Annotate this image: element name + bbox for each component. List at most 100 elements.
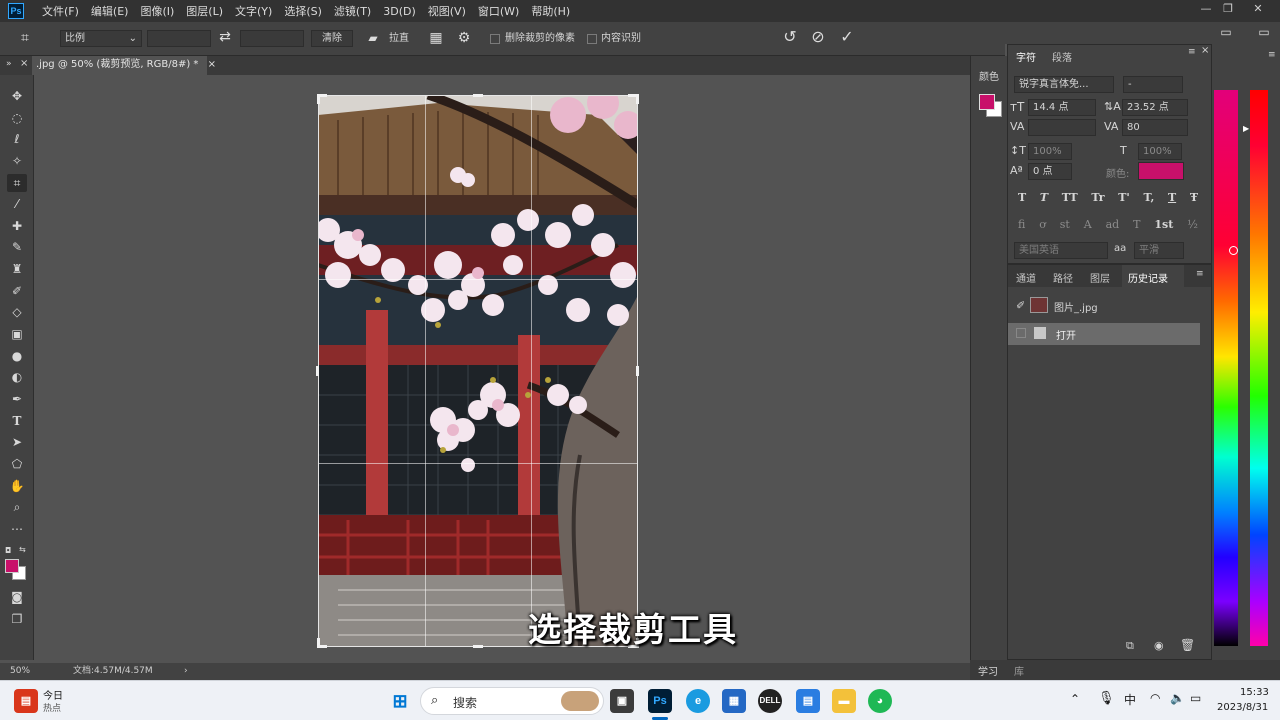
screen-mode-icon[interactable]: ❐ (7, 610, 27, 628)
news-widget-subtitle[interactable]: 热点 (43, 701, 61, 714)
delete-cropped-checkbox[interactable] (490, 34, 500, 44)
wifi-icon[interactable]: ◠ (1150, 691, 1160, 705)
document-tab[interactable]: .jpg @ 50% (裁剪预览, RGB/8#) * × (32, 56, 216, 75)
ratio-select[interactable]: 比例 ⌄ (60, 30, 142, 47)
hue-slider-marker-icon[interactable]: ▶ (1243, 124, 1249, 133)
zoom-level[interactable]: 50% (10, 663, 30, 680)
quick-mask-icon[interactable]: ◙ (7, 588, 27, 606)
workspace-icon[interactable]: ▭ (1217, 24, 1235, 42)
move-tool-icon[interactable]: ✥ (7, 87, 27, 105)
hue-slider[interactable] (1250, 90, 1268, 646)
document-image[interactable] (318, 95, 638, 647)
clear-button[interactable]: 清除 (311, 30, 353, 47)
default-colors-icon[interactable]: ◘ (5, 546, 11, 555)
font-size-input[interactable]: 14.4 点 (1028, 99, 1096, 116)
clock-time[interactable]: 15:33 (1240, 687, 1269, 698)
menu-type[interactable]: 文字(Y) (229, 3, 278, 19)
subscript-button[interactable]: T, (1143, 191, 1154, 204)
font-style-select[interactable]: - (1123, 76, 1183, 93)
color-picker-cursor[interactable] (1229, 246, 1238, 255)
type-tool-icon[interactable]: T (7, 412, 27, 430)
swap-colors-icon[interactable]: ⇆ (19, 545, 26, 554)
history-snapshot[interactable]: ✐ 图片_.jpg (1012, 295, 1200, 319)
photoshop-taskbar-icon[interactable]: Ps (648, 689, 672, 713)
ratio-width-input[interactable] (147, 30, 211, 47)
faux-italic-button[interactable]: T (1040, 191, 1048, 204)
color-panel-label[interactable]: 颜色 (979, 68, 999, 83)
faux-bold-button[interactable]: T (1018, 191, 1026, 204)
taskbar-search-box[interactable]: ⌕ 搜索 (420, 687, 604, 715)
ligature-button[interactable]: fi (1018, 218, 1025, 231)
close-window-icon[interactable]: ✕ (1248, 2, 1268, 18)
camera-icon[interactable]: ◉ (1154, 639, 1164, 652)
crop-handle-top-left[interactable] (317, 94, 320, 104)
fractions-button[interactable]: ½ (1187, 218, 1198, 231)
edge-browser-icon[interactable]: e (686, 689, 710, 713)
stylistic-alternate-button[interactable]: st (1060, 218, 1070, 231)
history-brush-source-icon[interactable]: ✐ (1016, 299, 1025, 312)
store-icon[interactable]: ▦ (722, 689, 746, 713)
swash-button[interactable]: A (1084, 218, 1092, 231)
crop-handle-left[interactable] (316, 366, 319, 376)
eyedropper-tool-icon[interactable]: ⁄ (7, 195, 27, 213)
menu-view[interactable]: 视图(V) (422, 3, 472, 19)
tab-history[interactable]: 历史记录 (1128, 270, 1168, 285)
cancel-icon[interactable]: ⊘ (809, 29, 827, 47)
marquee-tool-icon[interactable]: ◌ (7, 109, 27, 127)
path-selection-tool-icon[interactable]: ➤ (7, 433, 27, 451)
menu-file[interactable]: 文件(F) (36, 3, 85, 19)
crop-handle-top[interactable] (473, 94, 483, 97)
menu-window[interactable]: 窗口(W) (472, 3, 525, 19)
office-news-icon[interactable]: ▤ (14, 689, 38, 713)
more-tools-icon[interactable]: ⋯ (7, 520, 27, 538)
lasso-tool-icon[interactable]: ℓ (7, 130, 27, 148)
tab-paths[interactable]: 路径 (1053, 270, 1073, 285)
panel-menu-icon[interactable]: ≡ (1268, 50, 1276, 60)
grid-overlay-icon[interactable]: ▦ (427, 30, 445, 48)
pen-tool-icon[interactable]: ✒ (7, 390, 27, 408)
panel-menu-icon[interactable]: ≡ (1188, 47, 1196, 57)
horizontal-scale-input[interactable]: 100% (1138, 143, 1182, 160)
status-menu-arrow-icon[interactable]: › (184, 663, 188, 680)
ornaments-button[interactable]: T (1133, 218, 1140, 231)
text-color-swatch[interactable] (1138, 162, 1184, 180)
document-tab-close-icon[interactable]: × (208, 59, 216, 70)
antialias-select[interactable]: 平滑 (1134, 242, 1184, 259)
blur-tool-icon[interactable]: ● (7, 347, 27, 365)
commit-check-icon[interactable]: ✓ (838, 29, 856, 47)
hand-tool-icon[interactable]: ✋ (7, 477, 27, 495)
crop-handle-top-right[interactable] (636, 94, 639, 104)
discretionary-ligature-button[interactable]: ơ (1039, 218, 1046, 231)
crop-tool-preset-icon[interactable]: ⌗ (16, 30, 34, 48)
clock-date[interactable]: 2023/8/31 (1217, 702, 1268, 713)
tab-character[interactable]: 字符 (1016, 49, 1036, 64)
vertical-scale-input[interactable]: 100% (1028, 143, 1072, 160)
crop-handle-right[interactable] (636, 366, 639, 376)
menu-3d[interactable]: 3D(D) (377, 5, 422, 18)
stamp-tool-icon[interactable]: ♜ (7, 260, 27, 278)
volume-icon[interactable]: 🔈 (1170, 691, 1185, 705)
content-aware-checkbox[interactable] (587, 34, 597, 44)
panel-menu-icon[interactable]: ≡ (1196, 269, 1204, 279)
eraser-tool-icon[interactable]: ◇ (7, 303, 27, 321)
task-view-icon[interactable]: ▣ (610, 689, 634, 713)
small-caps-button[interactable]: Tr (1091, 191, 1104, 204)
menu-image[interactable]: 图像(I) (134, 3, 180, 19)
kerning-input[interactable] (1028, 119, 1096, 136)
restore-icon[interactable]: ❐ (1218, 2, 1238, 18)
magic-wand-tool-icon[interactable]: ✧ (7, 152, 27, 170)
language-select[interactable]: 美国英语 (1014, 242, 1108, 259)
learn-panel-label[interactable]: 学习 (978, 663, 998, 678)
chevron-up-icon[interactable]: ⌃ (1070, 692, 1080, 706)
share-icon[interactable]: ▭ (1255, 24, 1273, 42)
history-state-checkbox[interactable] (1016, 328, 1026, 338)
news-widget-title[interactable]: 今日 (43, 687, 63, 702)
library-panel-label[interactable]: 库 (1014, 663, 1024, 678)
strikethrough-button[interactable]: Ŧ (1190, 191, 1198, 204)
tab-paragraph[interactable]: 段落 (1052, 49, 1072, 64)
microphone-icon[interactable]: 🎙 (1098, 691, 1115, 706)
font-family-select[interactable]: 锐字真言体免... (1014, 76, 1114, 93)
crop-handle-bottom[interactable] (473, 645, 483, 648)
crop-handle-bottom-left[interactable] (317, 638, 320, 648)
new-document-from-state-icon[interactable]: ⧉ (1126, 639, 1134, 653)
